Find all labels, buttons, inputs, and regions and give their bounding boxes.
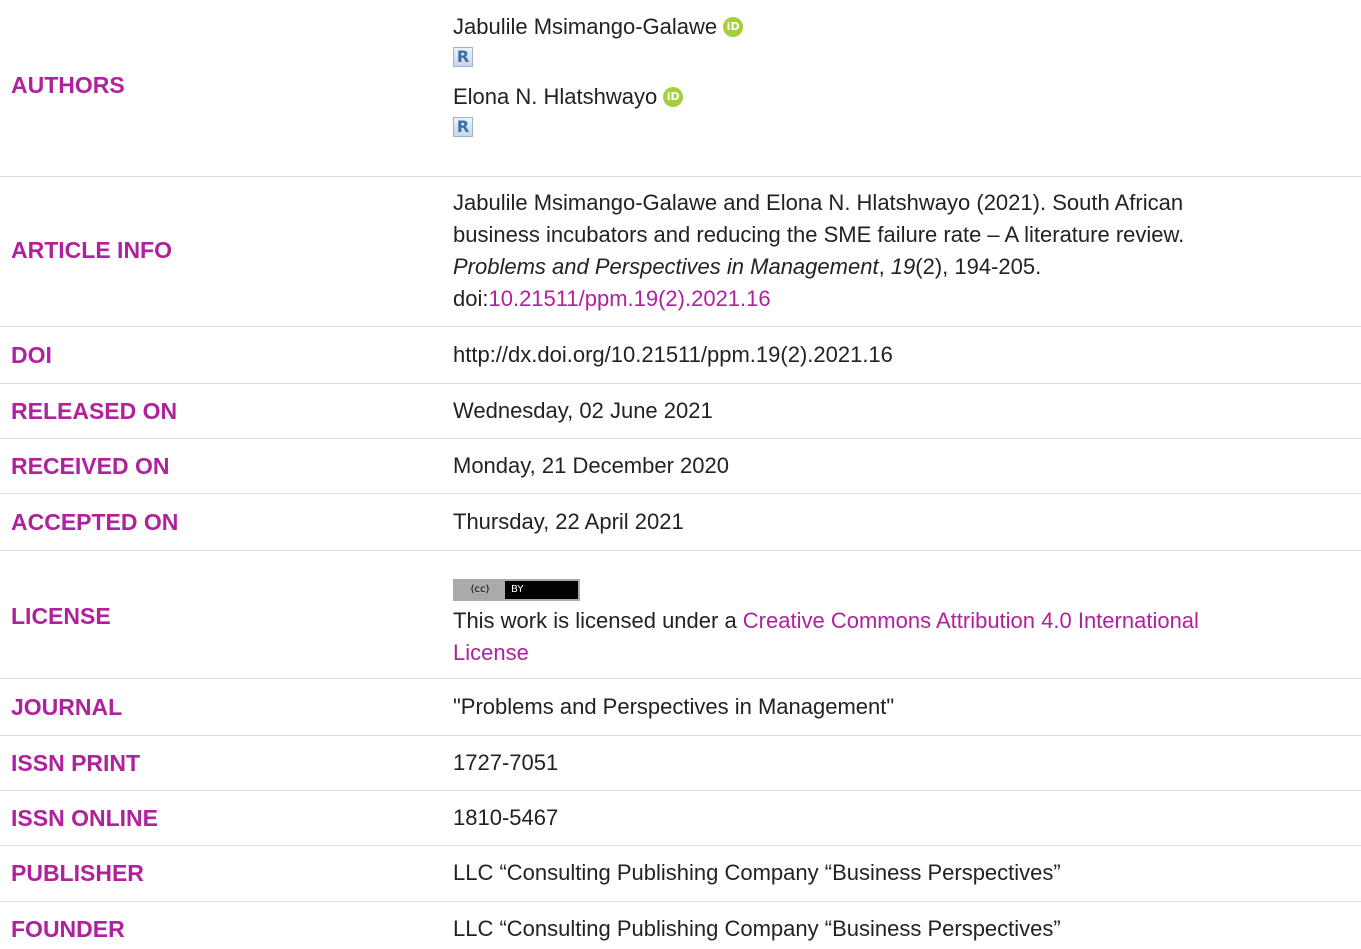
issn-online-label: ISSN ONLINE xyxy=(11,805,158,831)
license-row: LICENSE (cc) BY This work is licensed un… xyxy=(0,551,1361,679)
author-item: Elona N. Hlatshwayo iD xyxy=(453,82,1333,112)
citation-line: Jabulile Msimango-Galawe and Elona N. Hl… xyxy=(453,190,1184,215)
license-text: This work is licensed under a xyxy=(453,608,743,633)
journal-row: JOURNAL "Problems and Perspectives in Ma… xyxy=(0,679,1361,736)
license-link[interactable]: Creative Commons Attribution 4.0 Interna… xyxy=(743,608,1199,633)
received-row: RECEIVED ON Monday, 21 December 2020 xyxy=(0,439,1361,494)
accepted-row: ACCEPTED ON Thursday, 22 April 2021 xyxy=(0,494,1361,551)
citation-separator: , xyxy=(878,254,891,279)
article-info-row: ARTICLE INFO Jabulile Msimango-Galawe an… xyxy=(0,177,1361,327)
issn-online-row: ISSN ONLINE 1810-5467 xyxy=(0,791,1361,846)
founder-label: FOUNDER xyxy=(11,916,125,942)
orcid-icon[interactable]: iD xyxy=(723,17,744,37)
researchgate-row: R xyxy=(453,42,1333,72)
issn-print-label: ISSN PRINT xyxy=(11,750,141,776)
citation-line: business incubators and reducing the SME… xyxy=(453,222,1185,247)
article-info-label: ARTICLE INFO xyxy=(11,237,172,263)
received-value: Monday, 21 December 2020 xyxy=(453,453,729,478)
orcid-icon[interactable]: iD xyxy=(663,87,684,107)
received-label: RECEIVED ON xyxy=(11,453,170,479)
cc-by-badge-icon[interactable]: (cc) BY xyxy=(453,579,580,601)
license-label: LICENSE xyxy=(11,603,111,629)
issn-online-value: 1810-5467 xyxy=(453,805,559,830)
researchgate-icon[interactable]: R xyxy=(453,117,473,137)
doi-value: http://dx.doi.org/10.21511/ppm.19(2).202… xyxy=(453,342,893,367)
accepted-label: ACCEPTED ON xyxy=(11,509,179,535)
cc-badge-by: BY xyxy=(511,584,524,595)
article-citation: Jabulile Msimango-Galawe and Elona N. Hl… xyxy=(453,187,1333,315)
released-label: RELEASED ON xyxy=(11,398,178,424)
citation-journal: Problems and Perspectives in Management xyxy=(453,254,879,279)
founder-row: FOUNDER LLC “Consulting Publishing Compa… xyxy=(0,902,1361,949)
license-content: (cc) BY This work is licensed under a Cr… xyxy=(453,569,1333,669)
citation-line: Problems and Perspectives in Management,… xyxy=(453,251,1333,283)
released-row: RELEASED ON Wednesday, 02 June 2021 xyxy=(0,384,1361,439)
doi-row: DOI http://dx.doi.org/10.21511/ppm.19(2)… xyxy=(0,327,1361,384)
author-name[interactable]: Elona N. Hlatshwayo xyxy=(453,81,657,113)
license-text-line: License xyxy=(453,637,1333,669)
issn-print-value: 1727-7051 xyxy=(453,750,559,775)
article-metadata-table: AUTHORS Jabulile Msimango-Galawe iD R El… xyxy=(0,0,1361,949)
cc-badge-cc: (cc) xyxy=(455,581,505,599)
license-text-line: This work is licensed under a Creative C… xyxy=(453,605,1333,637)
founder-value: LLC “Consulting Publishing Company “Busi… xyxy=(453,916,1061,941)
authors-row: AUTHORS Jabulile Msimango-Galawe iD R El… xyxy=(0,0,1361,177)
license-link[interactable]: License xyxy=(453,640,529,665)
publisher-label: PUBLISHER xyxy=(11,860,144,886)
issn-print-row: ISSN PRINT 1727-7051 xyxy=(0,736,1361,791)
researchgate-icon[interactable]: R xyxy=(453,47,473,67)
citation-volume: 19 xyxy=(890,254,916,279)
publisher-row: PUBLISHER LLC “Consulting Publishing Com… xyxy=(0,846,1361,902)
doi-link[interactable]: 10.21511/ppm.19(2).2021.16 xyxy=(488,286,770,311)
publisher-value: LLC “Consulting Publishing Company “Busi… xyxy=(453,860,1061,885)
journal-value: "Problems and Perspectives in Management… xyxy=(453,694,895,719)
authors-list: Jabulile Msimango-Galawe iD R Elona N. H… xyxy=(453,12,1333,142)
author-item: Jabulile Msimango-Galawe iD xyxy=(453,12,1333,42)
authors-label: AUTHORS xyxy=(11,72,125,98)
citation-issue-pages: (2), 194-205. xyxy=(915,254,1042,279)
researchgate-row: R xyxy=(453,112,1333,142)
released-value: Wednesday, 02 June 2021 xyxy=(453,398,713,423)
journal-label: JOURNAL xyxy=(11,694,123,720)
doi-label: DOI xyxy=(11,342,52,368)
author-name[interactable]: Jabulile Msimango-Galawe xyxy=(453,11,717,43)
doi-prefix: doi: xyxy=(453,286,489,311)
citation-line: doi:10.21511/ppm.19(2).2021.16 xyxy=(453,283,1333,315)
accepted-value: Thursday, 22 April 2021 xyxy=(453,509,684,534)
